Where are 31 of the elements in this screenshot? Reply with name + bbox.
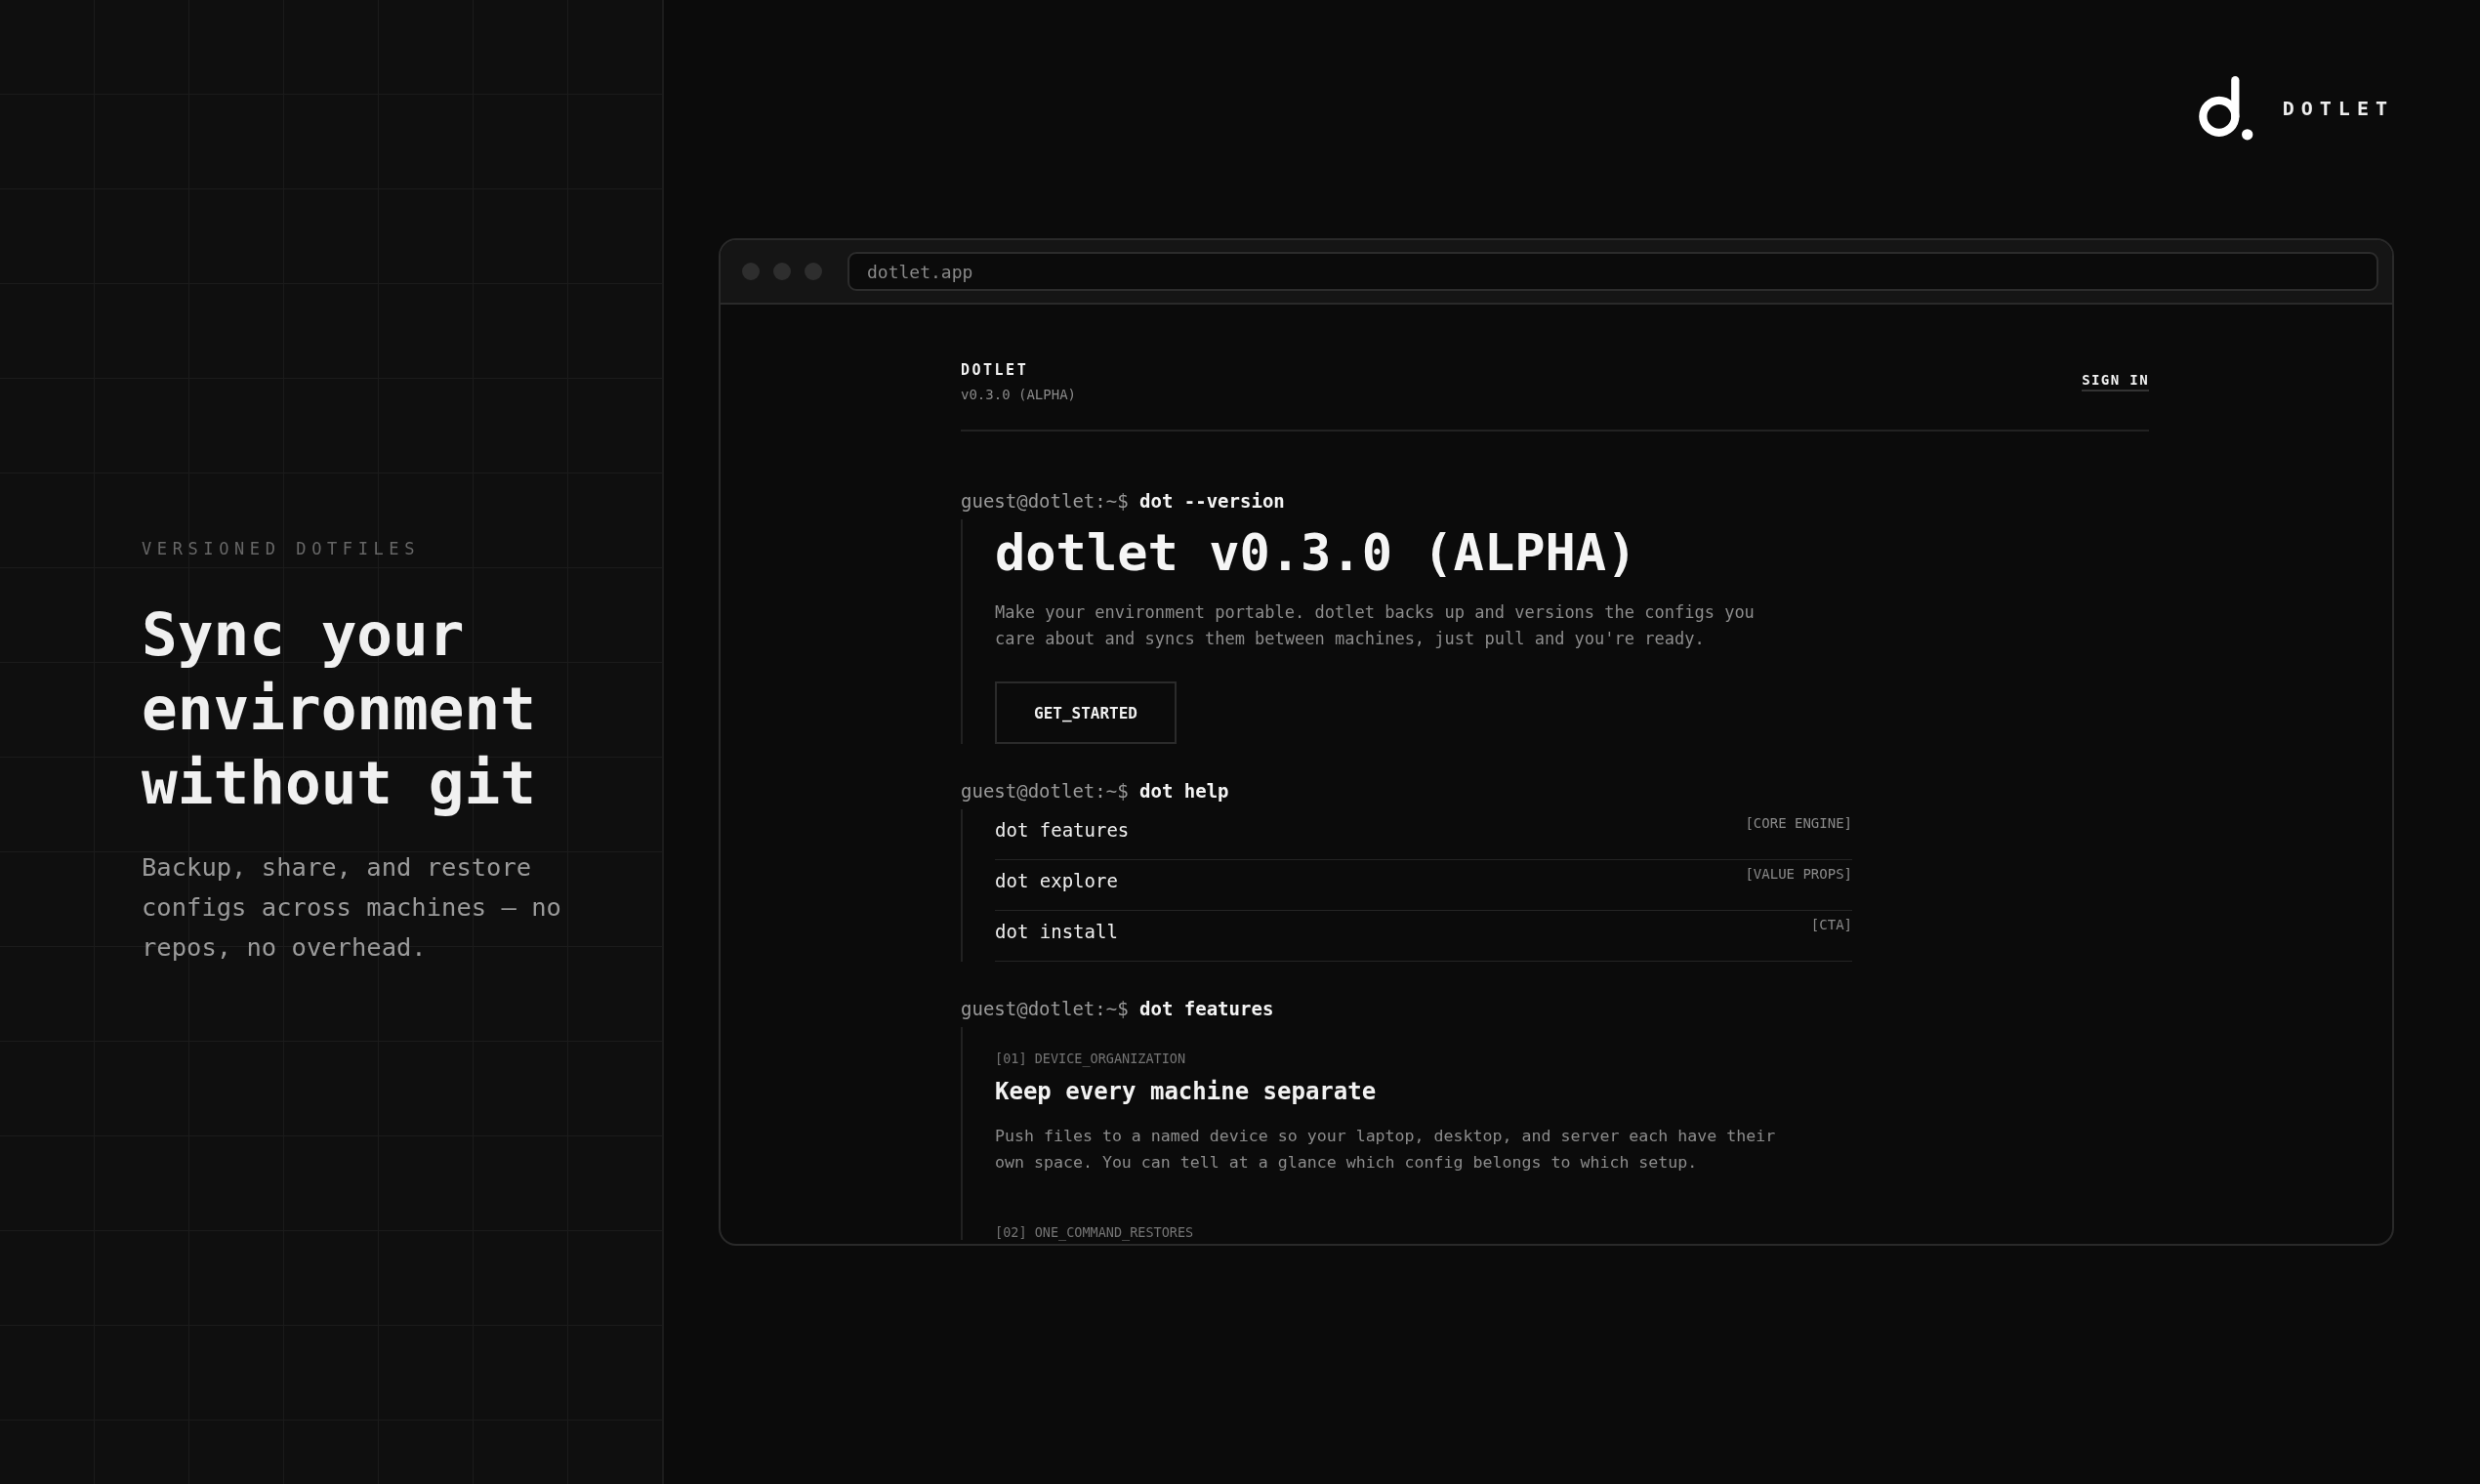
window-dot-icon	[805, 263, 822, 280]
window-dot-icon	[773, 263, 791, 280]
eyebrow-label: VERSIONED DOTFILES	[142, 538, 422, 558]
command-name: dot install	[995, 920, 1118, 942]
menu-item[interactable]: dot explore [VALUE PROPS]	[995, 860, 1852, 911]
command-name: dot explore	[995, 869, 1118, 891]
sign-in-link[interactable]: SIGN IN	[2082, 372, 2149, 392]
menu-item[interactable]: dot features [CORE ENGINE]	[995, 809, 1852, 860]
prompt-line: guest@dotlet:~$ dot help	[961, 780, 1230, 802]
tag-label: [CORE ENGINE]	[1745, 815, 1852, 831]
get-started-button[interactable]: GET_STARTED	[995, 681, 1177, 744]
feature-label: [01] DEVICE_ORGANIZATION	[995, 1051, 1187, 1066]
tag-label: [CTA]	[1810, 917, 1852, 932]
version-label: v0.3.0 (ALPHA)	[961, 387, 1076, 402]
prompt-line: guest@dotlet:~$ dot --version	[961, 490, 1286, 512]
headline: Sync your environment without git	[142, 598, 537, 819]
logo-icon	[2196, 76, 2253, 141]
prompt-line: guest@dotlet:~$ dot features	[961, 998, 1275, 1019]
version-title: dotlet v0.3.0 (ALPHA)	[995, 522, 1638, 584]
feature-label: [02] ONE_COMMAND_RESTORES	[995, 1224, 1195, 1240]
brand-name: DOTLET	[2282, 97, 2394, 120]
tag-label: [VALUE PROPS]	[1745, 866, 1852, 882]
tagline: Backup, share, and restore configs across machines — no repos, no overhead.	[142, 850, 562, 964]
command-name: dot features	[995, 818, 1130, 841]
address-bar[interactable]: dotlet.app	[847, 252, 2378, 291]
window-dot-icon	[742, 263, 760, 280]
feature-title: Keep every machine separate	[995, 1078, 1378, 1105]
feature-text: Push files to a named device so your laptop, desktop, and server each have their own space. You can tell at a glance which config belongs to which setup.	[995, 1126, 1777, 1174]
site-logo: DOTLET	[961, 361, 1030, 379]
intro-text: Make your environment portable. dotlet backs up and versions the configs you care about and syncs them between machines, just pull and you're ready.	[995, 601, 1756, 650]
menu-item[interactable]: dot install [CTA]	[995, 911, 1852, 962]
